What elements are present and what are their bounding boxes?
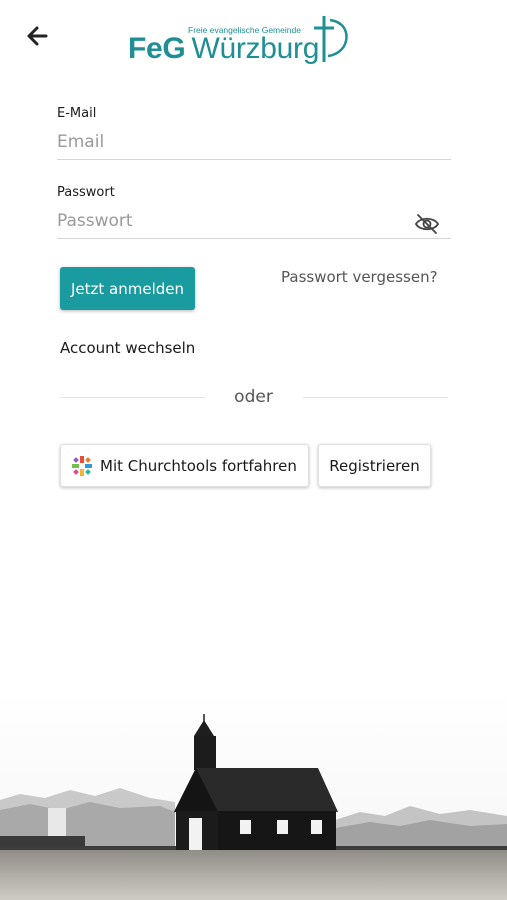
register-button[interactable]: Registrieren	[318, 444, 431, 487]
logo-city: Würzburg	[191, 32, 320, 65]
password-visibility-toggle[interactable]	[413, 212, 441, 236]
churchtools-login-button[interactable]: Mit Churchtools fortfahren	[60, 444, 309, 487]
switch-account-link[interactable]: Account wechseln	[60, 339, 195, 357]
logo-wordmark: FeG Würzburg	[128, 32, 319, 66]
churchtools-logo-icon	[72, 455, 92, 476]
forgot-password-link[interactable]: Passwort vergessen?	[281, 268, 438, 286]
back-button[interactable]	[22, 22, 54, 50]
church-landscape-image	[0, 690, 507, 900]
cross-logo-icon	[314, 16, 348, 62]
login-button[interactable]: Jetzt anmelden	[60, 267, 195, 310]
password-label: Passwort	[57, 185, 115, 200]
divider-label: oder	[234, 387, 273, 407]
email-label: E-Mail	[57, 106, 97, 121]
logo-feg: FeG	[128, 32, 186, 65]
email-field-group: E-Mail	[57, 106, 451, 160]
feg-wuerzburg-logo: Freie evangelische Gemeinde FeG Würzburg	[128, 14, 353, 66]
password-field-group: Passwort	[57, 185, 451, 239]
password-input[interactable]	[57, 203, 451, 239]
arrow-left-icon	[27, 26, 48, 46]
email-input[interactable]	[57, 124, 451, 160]
churchtools-button-label: Mit Churchtools fortfahren	[100, 456, 297, 475]
eye-off-icon	[414, 214, 440, 234]
